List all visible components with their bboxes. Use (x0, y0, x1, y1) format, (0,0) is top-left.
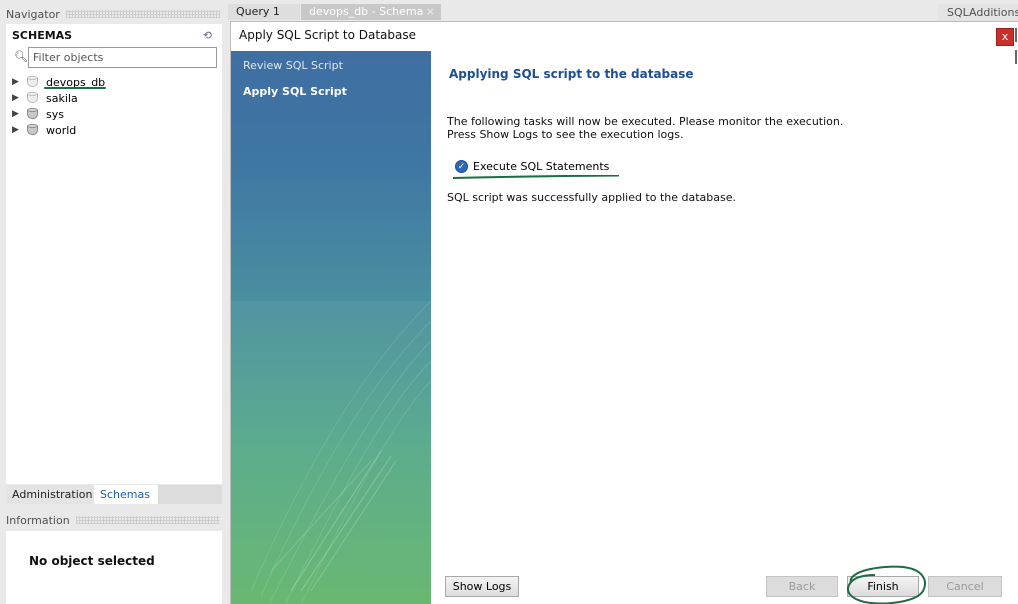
navigator-title: Navigator (6, 7, 60, 21)
tab-administration[interactable]: Administration (6, 485, 94, 504)
schema-item-sakila[interactable]: ▶ sakila (12, 90, 78, 106)
filter-objects-input[interactable] (28, 47, 217, 68)
task-label: Execute SQL Statements (473, 159, 610, 173)
expand-arrow-icon[interactable]: ▶ (12, 125, 22, 135)
check-circle-icon: ✓ (455, 159, 468, 173)
tab-query-1[interactable]: Query 1 (228, 4, 300, 20)
editor-tab-bar: Query 1 devops_db - Schema × (228, 4, 940, 20)
content-heading: Applying SQL script to the database (449, 67, 694, 81)
step-review-sql-script: Review SQL Script (243, 59, 343, 72)
annotation-underline (44, 87, 106, 89)
navigator-header: Navigator (6, 5, 222, 23)
refresh-icon[interactable]: ⟲ (203, 29, 212, 42)
database-icon (26, 123, 40, 137)
schemas-title: SCHEMAS (12, 29, 73, 42)
schema-item-sys[interactable]: ▶ sys (12, 106, 64, 122)
schema-name: sys (46, 107, 64, 121)
result-message: SQL script was successfully applied to t… (447, 191, 737, 204)
dialog-content: Applying SQL script to the database The … (431, 51, 1018, 604)
description-line-2: Press Show Logs to see the execution log… (447, 128, 684, 141)
tab-label: devops_db - Schema (309, 5, 424, 18)
tab-schemas[interactable]: Schemas (94, 485, 158, 504)
header-grip (75, 516, 220, 524)
close-tab-icon[interactable]: × (426, 4, 435, 20)
schemas-panel: SCHEMAS ⟲ 🔍︎ ▶ devops_db ▶ sakila ▶ sys … (6, 24, 222, 484)
information-title: Information (6, 513, 70, 527)
navigator-panel: Navigator SCHEMAS ⟲ 🔍︎ ▶ devops_db ▶ sak… (0, 0, 226, 604)
wizard-steps-sidebar: Review SQL Script Apply SQL Script (231, 51, 431, 604)
apply-sql-dialog: Apply SQL Script to Database x Review SQ… (230, 21, 1018, 604)
schema-name: sakila (46, 91, 78, 105)
dialog-title: Apply SQL Script to Database (239, 28, 416, 42)
search-icon: 🔍︎ (14, 50, 28, 63)
schema-name: world (46, 123, 77, 137)
annotation-underline (452, 175, 620, 179)
task-item-execute-sql: ✓ Execute SQL Statements (455, 158, 609, 174)
back-button[interactable]: Back (766, 576, 838, 597)
show-logs-button[interactable]: Show Logs (445, 576, 519, 597)
schema-item-world[interactable]: ▶ world (12, 122, 76, 138)
information-header: Information (6, 511, 222, 529)
header-grip (65, 10, 220, 18)
decorative-background (231, 300, 431, 604)
window-edge-grip (1010, 26, 1018, 86)
expand-arrow-icon[interactable]: ▶ (12, 77, 22, 87)
expand-arrow-icon[interactable]: ▶ (12, 109, 22, 119)
database-icon (26, 91, 40, 105)
no-object-text: No object selected (29, 554, 155, 568)
step-apply-sql-script: Apply SQL Script (243, 85, 347, 98)
dialog-titlebar: Apply SQL Script to Database x (231, 22, 1018, 50)
navigator-tabs: Administration Schemas (6, 485, 222, 504)
expand-arrow-icon[interactable]: ▶ (12, 93, 22, 103)
finish-button[interactable]: Finish (847, 576, 919, 597)
sql-additions-header: SQLAdditions (938, 4, 1018, 22)
tab-devops-db-schema[interactable]: devops_db - Schema × (301, 4, 441, 20)
description-line-1: The following tasks will now be executed… (447, 115, 844, 128)
database-icon (26, 75, 40, 89)
information-panel: No object selected (6, 531, 222, 604)
filter-box: 🔍︎ (10, 47, 217, 68)
database-icon (26, 107, 40, 121)
cancel-button[interactable]: Cancel (928, 576, 1002, 597)
